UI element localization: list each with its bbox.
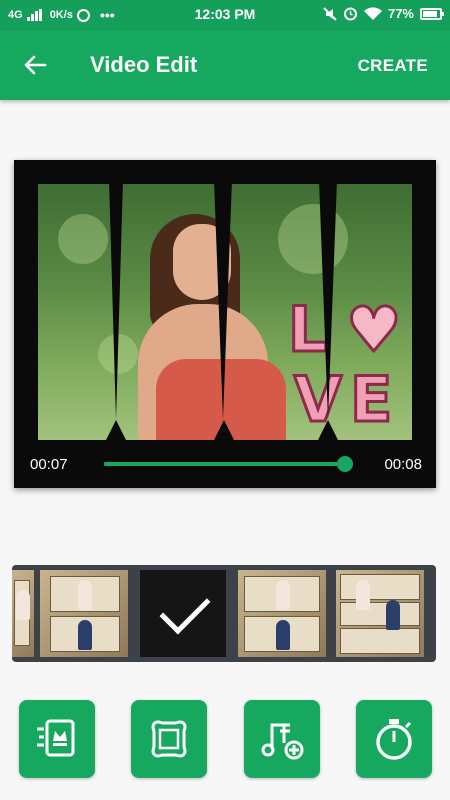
frame-button[interactable] (131, 700, 207, 778)
duration-timer-icon (376, 719, 412, 760)
seek-bar[interactable] (104, 456, 354, 472)
app-bar: Video Edit CREATE (0, 30, 450, 100)
page-title: Video Edit (90, 52, 198, 77)
video-preview[interactable]: L ♥ V E 00:07 00:08 (14, 160, 436, 488)
arrow-back-icon (24, 55, 47, 75)
status-right: 77% (323, 6, 444, 21)
current-time: 00:07 (30, 456, 68, 473)
create-button[interactable]: CREATE (358, 56, 428, 76)
battery-level: 77% (387, 6, 414, 21)
status-bar: 4G 0K/s ••• 12:03 PM 77% (0, 0, 450, 30)
tool-bar (0, 700, 450, 780)
frame-icon (151, 720, 187, 758)
seek-thumb[interactable] (337, 456, 354, 472)
mute-icon (323, 6, 337, 21)
transition-thumbnail[interactable] (12, 570, 34, 657)
seek-progress (104, 462, 346, 466)
transition-thumbnail-selected[interactable] (140, 570, 226, 657)
love-overlay: L ♥ V E (287, 293, 404, 436)
total-time: 00:08 (384, 456, 422, 473)
add-music-button[interactable] (244, 700, 320, 778)
transition-thumbnail[interactable] (40, 570, 128, 657)
transition-thumbnail[interactable] (238, 570, 326, 657)
theme-crown-icon (37, 719, 75, 757)
battery-icon (420, 7, 444, 20)
alarm-icon (343, 7, 357, 21)
transition-thumbnail[interactable] (336, 570, 424, 657)
duration-button[interactable] (356, 700, 432, 778)
back-button[interactable] (18, 50, 52, 80)
transition-strip[interactable] (12, 565, 436, 662)
wifi-icon (363, 6, 382, 20)
theme-button[interactable] (19, 700, 95, 778)
add-music-icon (261, 723, 304, 760)
